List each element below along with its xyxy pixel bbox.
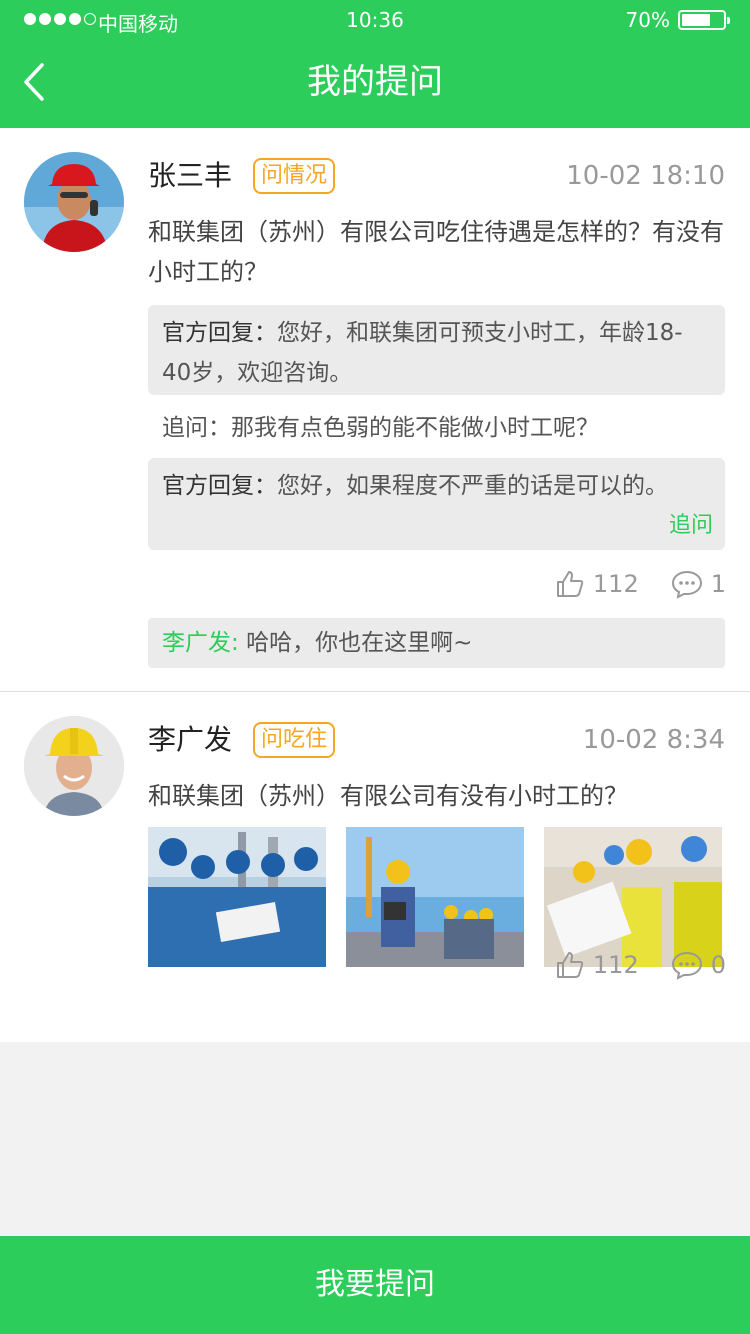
commenter-name[interactable]: 李广发: <box>162 630 239 656</box>
official-reply-label: 官方回复： <box>162 473 277 499</box>
question-list: 张三丰 问情况 10-02 18:10 和联集团（苏州）有限公司吃住待遇是怎样的… <box>0 128 750 1042</box>
status-bar: 中国移动 10:36 70% <box>0 0 750 40</box>
question-card: 张三丰 问情况 10-02 18:10 和联集团（苏州）有限公司吃住待遇是怎样的… <box>0 128 750 692</box>
attached-photo[interactable] <box>346 827 524 967</box>
username: 张三丰 <box>148 159 233 192</box>
question-card: 李广发 问吃住 10-02 8:34 和联集团（苏州）有限公司有没有小时工的？ <box>0 692 750 1042</box>
attached-photo[interactable] <box>544 827 722 967</box>
username: 李广发 <box>148 723 233 756</box>
post-actions: 112 0 <box>555 947 726 983</box>
battery-icon <box>678 10 730 30</box>
comment-count: 0 <box>710 951 726 979</box>
comment-button[interactable]: 0 <box>671 950 726 980</box>
thumbs-up-icon <box>556 571 584 597</box>
question-text: 和联集团（苏州）有限公司有没有小时工的？ <box>148 782 628 810</box>
avatar[interactable] <box>24 152 124 252</box>
followup-link[interactable]: 追问 <box>669 510 713 542</box>
timestamp: 10-02 8:34 <box>582 725 725 755</box>
comment-button[interactable]: 1 <box>671 569 726 599</box>
page-title: 我的提问 <box>307 62 443 102</box>
like-count: 112 <box>592 951 639 979</box>
question-text: 和联集团（苏州）有限公司吃住待遇是怎样的？有没有小时工的？ <box>148 218 724 286</box>
post-actions: 112 1 <box>555 566 726 602</box>
battery-percent: 70% <box>625 8 670 32</box>
avatar[interactable] <box>24 716 124 816</box>
official-reply: 官方回复：您好，如果程度不严重的话是可以的。 追问 <box>148 458 725 550</box>
like-count: 112 <box>592 570 639 598</box>
official-reply: 官方回复：您好，和联集团可预支小时工，年龄18-40岁，欢迎咨询。 <box>148 305 725 395</box>
official-reply-text: 您好，如果程度不严重的话是可以的。 <box>277 473 668 499</box>
followup-question: 追问：那我有点色弱的能不能做小时工呢？ <box>162 415 599 441</box>
comment-item: 李广发: 哈哈，你也在这里啊~ <box>148 618 725 668</box>
official-reply-label: 官方回复： <box>162 320 277 346</box>
category-tag: 问吃住 <box>253 722 336 758</box>
like-button[interactable]: 112 <box>555 569 639 599</box>
header: 中国移动 10:36 70% 我的提问 <box>0 0 750 128</box>
category-tag: 问情况 <box>253 158 336 194</box>
attached-photo[interactable] <box>148 827 326 967</box>
comment-icon <box>671 951 702 980</box>
like-button[interactable]: 112 <box>555 950 639 980</box>
comment-count: 1 <box>710 570 726 598</box>
thumbs-up-icon <box>556 952 584 978</box>
timestamp: 10-02 18:10 <box>566 161 725 191</box>
comment-icon <box>671 570 702 599</box>
comment-text: 哈哈，你也在这里啊~ <box>246 630 473 656</box>
ask-question-button[interactable]: 我要提问 <box>0 1236 750 1334</box>
